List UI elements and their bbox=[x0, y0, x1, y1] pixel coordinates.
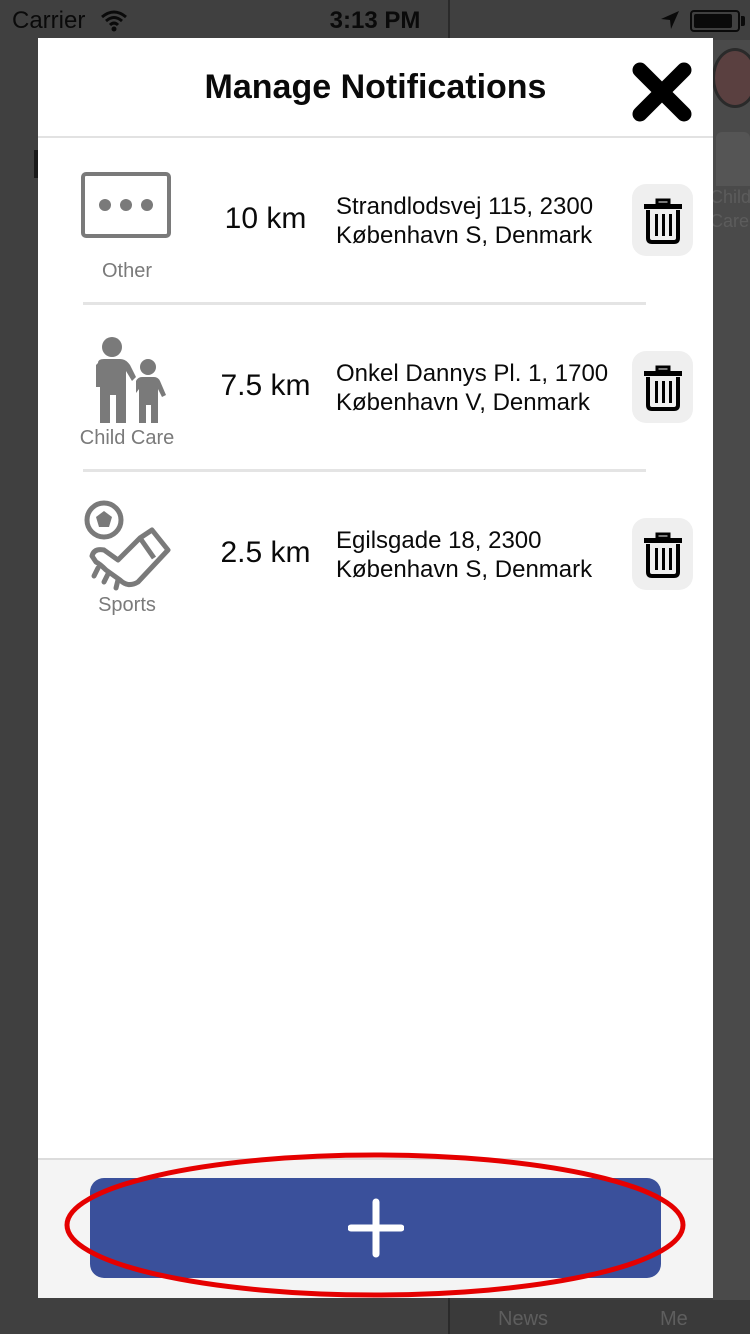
battery-level bbox=[694, 14, 732, 28]
delete-button[interactable] bbox=[632, 184, 693, 256]
battery-cap bbox=[741, 16, 745, 26]
address: Strandlodsvej 115, 2300 København S, Den… bbox=[336, 192, 636, 250]
more-dots-icon bbox=[81, 172, 171, 238]
manage-notifications-modal: Manage Notifications Other 10 km Strandl… bbox=[38, 38, 713, 1298]
category-label: Child Care bbox=[79, 427, 175, 449]
modal-title: Manage Notifications bbox=[204, 68, 547, 106]
notification-row: Child Care 7.5 km Onkel Dannys Pl. 1, 17… bbox=[38, 305, 713, 472]
add-notification-button[interactable] bbox=[90, 1178, 661, 1278]
background-tab-news: News bbox=[498, 1308, 549, 1330]
address-line-2: København V, Denmark bbox=[336, 389, 590, 416]
background-tab-me: Me bbox=[660, 1308, 688, 1330]
background-tab-bar bbox=[450, 1300, 750, 1334]
background-avatar bbox=[712, 48, 750, 108]
background-category-label: Child Care bbox=[710, 187, 750, 231]
modal-footer bbox=[38, 1158, 713, 1298]
sports-icon bbox=[84, 500, 171, 591]
notification-row: Other 10 km Strandlodsvej 115, 2300 Købe… bbox=[38, 138, 713, 305]
battery-icon bbox=[690, 10, 740, 32]
close-x-icon bbox=[632, 62, 692, 122]
notification-row: Sports 2.5 km Egilsgade 18, 2300 Københa… bbox=[38, 472, 713, 639]
delete-button[interactable] bbox=[632, 518, 693, 590]
address-line-2: København S, Denmark bbox=[336, 556, 593, 583]
clock: 3:13 PM bbox=[329, 7, 421, 34]
address-line-2: København S, Denmark bbox=[336, 222, 593, 249]
trash-icon bbox=[644, 532, 682, 578]
status-bar: Carrier 3:13 PM bbox=[0, 0, 750, 40]
distance-value: 10 km bbox=[224, 202, 307, 235]
trash-icon bbox=[644, 365, 682, 411]
address-line-1: Strandlodsvej 115, 2300 bbox=[336, 193, 594, 220]
distance-value: 7.5 km bbox=[220, 369, 311, 402]
address: Egilsgade 18, 2300 København S, Denmark bbox=[336, 526, 636, 584]
trash-icon bbox=[644, 198, 682, 244]
address: Onkel Dannys Pl. 1, 1700 København V, De… bbox=[336, 359, 636, 417]
background-child-care-icon bbox=[716, 132, 750, 186]
category-label: Sports bbox=[98, 594, 156, 616]
location-arrow-icon bbox=[661, 11, 679, 29]
plus-icon bbox=[348, 1198, 404, 1258]
delete-button[interactable] bbox=[632, 351, 693, 423]
child-care-icon bbox=[96, 337, 166, 423]
address-line-1: Egilsgade 18, 2300 bbox=[336, 527, 542, 554]
category-label: Other bbox=[101, 260, 153, 282]
distance-value: 2.5 km bbox=[220, 536, 311, 569]
modal-header: Manage Notifications bbox=[38, 38, 713, 138]
address-line-1: Onkel Dannys Pl. 1, 1700 bbox=[336, 360, 609, 387]
close-button[interactable] bbox=[630, 60, 694, 124]
